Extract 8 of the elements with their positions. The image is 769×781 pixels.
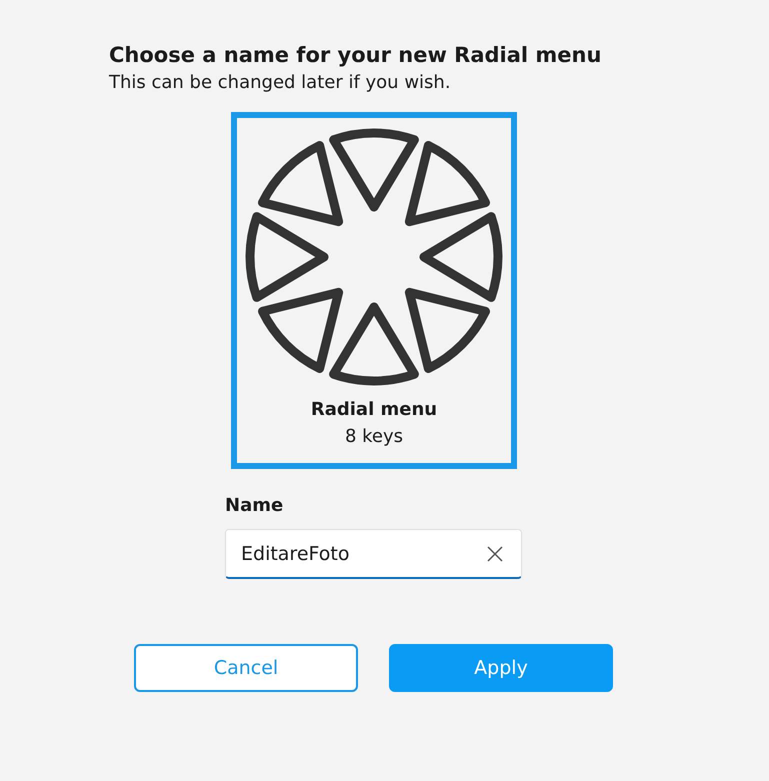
name-label: Name [225, 494, 284, 518]
dialog-title: Choose a name for your new Radial menu [109, 42, 602, 69]
card-subtitle: 8 keys [344, 425, 404, 449]
clear-icon[interactable] [486, 545, 504, 563]
dialog-subtitle: This can be changed later if you wish. [109, 71, 452, 95]
name-input-field[interactable]: EditareFoto [225, 529, 522, 579]
card-title: Radial menu [310, 398, 438, 422]
radial-menu-card[interactable]: Radial menu 8 keys [231, 112, 517, 469]
